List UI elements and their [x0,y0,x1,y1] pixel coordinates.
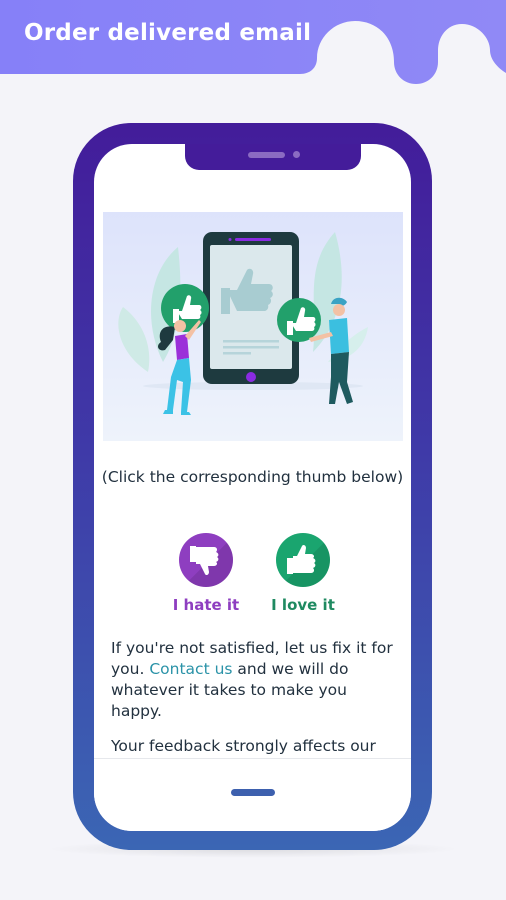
hate-it-label[interactable]: I hate it [166,596,246,614]
hate-it-circle[interactable] [179,533,233,587]
banner-shape [0,0,506,84]
header-banner: Order delivered email [0,0,506,110]
hate-it-button[interactable]: I hate it [166,533,246,614]
contact-us-link[interactable]: Contact us [149,660,232,678]
thumbs-down-icon [190,546,219,576]
banner-title: Order delivered email [24,20,312,46]
camera-icon [293,151,300,158]
paragraph-feedback: Your feedback strongly affects our [111,737,376,755]
phone-frame: (Click the corresponding thumb below) I … [73,123,432,850]
paragraph-fix: If you're not satisfied, let us fix it f… [111,638,401,722]
speaker-icon [248,152,285,158]
phone-notch [185,144,361,170]
love-it-button[interactable]: I love it [263,533,343,614]
instruction-text: (Click the corresponding thumb below) [101,468,404,486]
feedback-illustration-icon [118,232,368,415]
thumbs-up-icon [287,544,316,574]
email-body: If you're not satisfied, let us fix it f… [111,638,401,771]
love-it-circle[interactable] [276,533,330,587]
home-indicator-area [94,758,411,831]
love-it-label[interactable]: I love it [263,596,343,614]
phone-screen: (Click the corresponding thumb below) I … [94,144,411,831]
hero-illustration [103,212,403,441]
home-indicator[interactable] [231,789,275,796]
